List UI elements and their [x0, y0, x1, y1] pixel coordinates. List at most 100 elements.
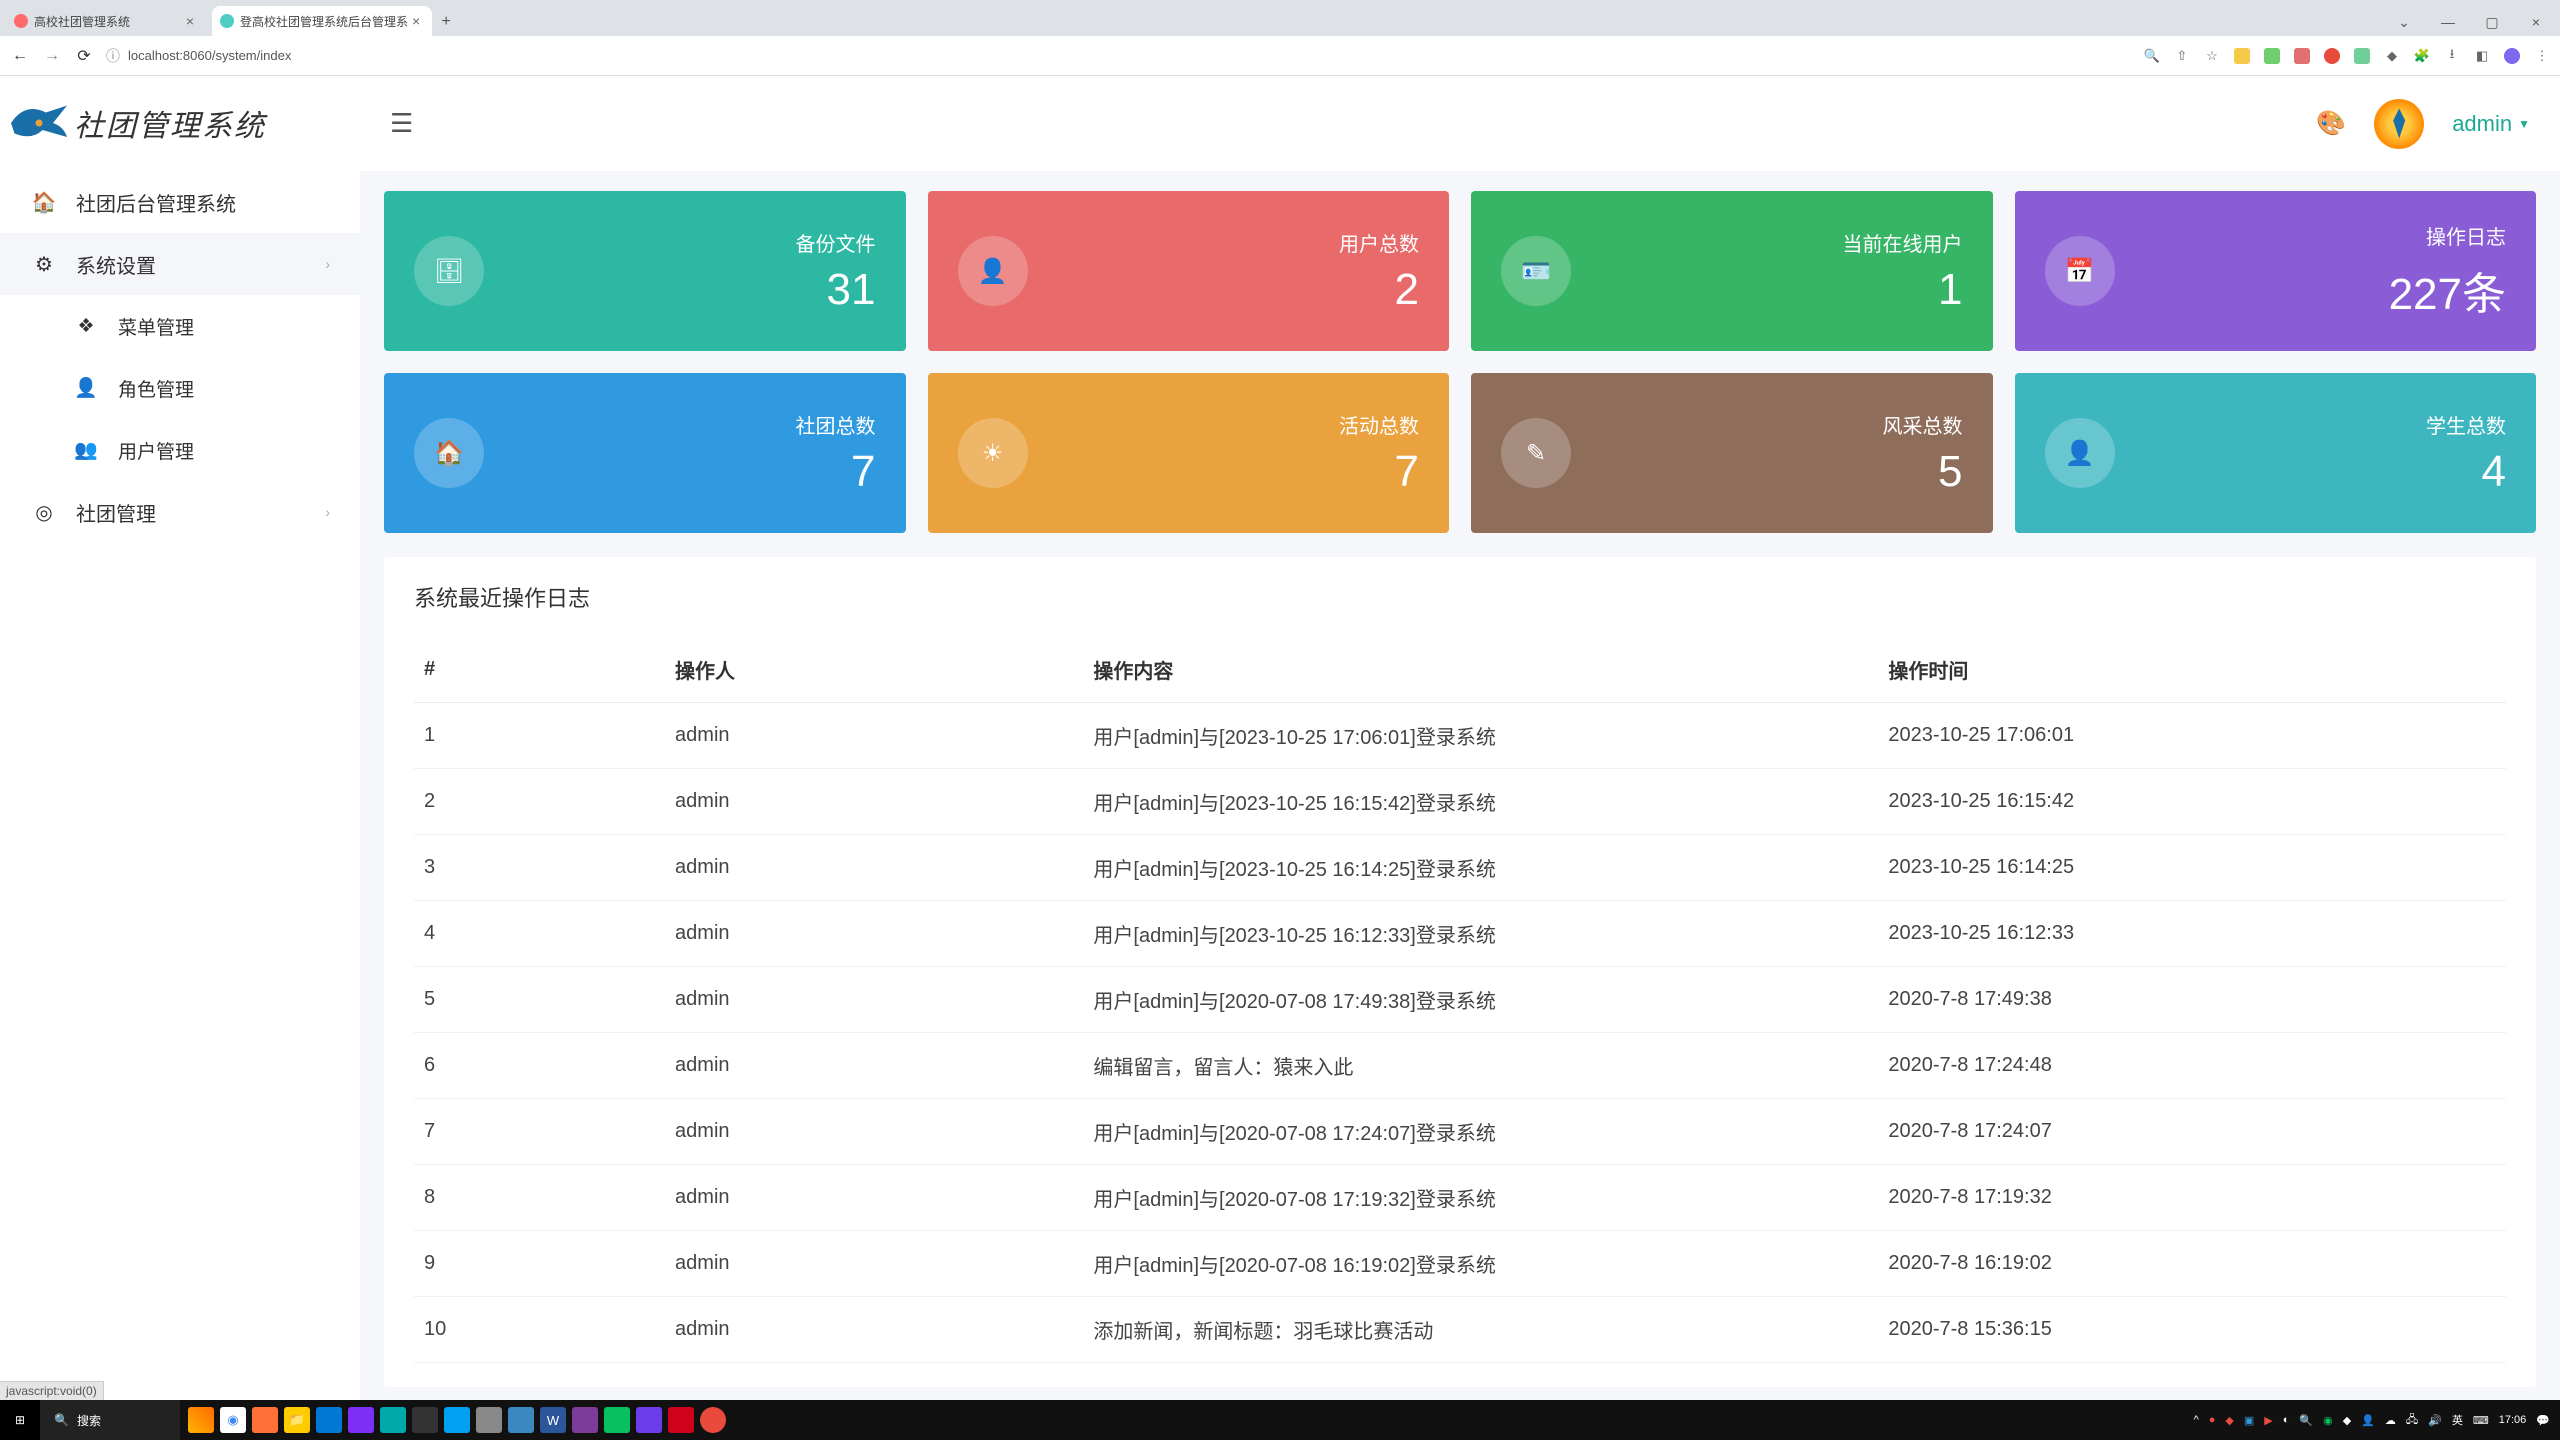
- zoom-icon[interactable]: 🔍: [2144, 48, 2160, 64]
- taskbar-app-icon[interactable]: [508, 1407, 534, 1433]
- taskbar-app-icon[interactable]: [636, 1407, 662, 1433]
- table-cell: 2: [414, 769, 665, 835]
- sidebar-item-dashboard[interactable]: 🏠 社团后台管理系统: [0, 171, 360, 233]
- app-root: 社团管理系统 🏠 社团后台管理系统 ⚙ 系统设置 › ❖ 菜单管理 👤 角色管理…: [0, 76, 2560, 1400]
- table-cell: 2020-7-8 17:24:07: [1878, 1099, 2506, 1165]
- extension-icon[interactable]: [2354, 48, 2370, 64]
- theme-palette-icon[interactable]: 🎨: [2316, 109, 2346, 138]
- share-icon[interactable]: ⇧: [2174, 48, 2190, 64]
- tray-network-icon[interactable]: 🖧: [2406, 1411, 2418, 1430]
- chrome-menu-chevron-icon[interactable]: ⌄: [2384, 8, 2424, 36]
- reload-button[interactable]: ⟳: [74, 46, 94, 66]
- taskbar-word-icon[interactable]: W: [540, 1407, 566, 1433]
- card-label: 社团总数: [796, 410, 876, 439]
- table-cell: admin: [665, 703, 1083, 769]
- home-icon: 🏠: [30, 190, 58, 215]
- extension-icon[interactable]: ◆: [2384, 48, 2400, 64]
- tab-close-icon[interactable]: ×: [408, 13, 424, 29]
- taskbar-folder-icon[interactable]: 📁: [284, 1407, 310, 1433]
- log-table-header-row: #操作人操作内容操作时间: [414, 637, 2506, 703]
- side-panel-icon[interactable]: ◧: [2474, 48, 2490, 64]
- extension-icon[interactable]: [2324, 48, 2340, 64]
- taskbar-app-icon[interactable]: [444, 1407, 470, 1433]
- stat-card-7[interactable]: 👤学生总数4: [2015, 373, 2537, 533]
- logo[interactable]: 社团管理系统: [0, 76, 360, 171]
- tray-volume-icon[interactable]: 🔊: [2428, 1414, 2442, 1427]
- card-value: 2: [1339, 265, 1419, 315]
- tray-icon[interactable]: 🔍: [2299, 1414, 2313, 1427]
- tray-icon[interactable]: ☁: [2385, 1414, 2396, 1427]
- card-icon: 🏠: [414, 418, 484, 488]
- tray-clock[interactable]: 17:06: [2499, 1414, 2527, 1426]
- tray-icon[interactable]: ▶: [2264, 1414, 2272, 1427]
- extensions-button[interactable]: 🧩: [2414, 48, 2430, 64]
- taskbar-app-icon[interactable]: [412, 1407, 438, 1433]
- stat-card-2[interactable]: 🪪当前在线用户1: [1471, 191, 1993, 351]
- back-button[interactable]: ←: [10, 47, 30, 65]
- stat-card-1[interactable]: 👤用户总数2: [928, 191, 1450, 351]
- card-label: 操作日志: [2389, 221, 2506, 250]
- stat-card-6[interactable]: ✎风采总数5: [1471, 373, 1993, 533]
- taskbar-app-icon[interactable]: [700, 1407, 726, 1433]
- taskbar-app-icon[interactable]: [380, 1407, 406, 1433]
- browser-tab-1[interactable]: 高校社团管理系统 ×: [6, 6, 206, 36]
- forward-button[interactable]: →: [42, 47, 62, 65]
- new-tab-button[interactable]: +: [432, 8, 460, 36]
- taskbar-chrome-icon[interactable]: ◉: [220, 1407, 246, 1433]
- browser-tab-2-active[interactable]: 登高校社团管理系统后台管理系 ×: [212, 6, 432, 36]
- stat-card-0[interactable]: 🗄备份文件31: [384, 191, 906, 351]
- address-bar[interactable]: ⓘ localhost:8060/system/index: [106, 46, 2132, 66]
- stat-card-4[interactable]: 🏠 社团总数7: [384, 373, 906, 533]
- tray-wechat-icon[interactable]: ◉: [2323, 1414, 2333, 1427]
- hamburger-toggle-button[interactable]: ☰: [390, 108, 413, 139]
- sidebar-item-role-management[interactable]: 👤 角色管理: [0, 357, 360, 419]
- window-maximize-button[interactable]: ▢: [2472, 8, 2512, 36]
- taskbar-app-icon[interactable]: [572, 1407, 598, 1433]
- taskbar-firefox-icon[interactable]: [252, 1407, 278, 1433]
- profile-avatar-icon[interactable]: [2504, 48, 2520, 64]
- taskbar-app-icon[interactable]: [316, 1407, 342, 1433]
- chevron-right-icon: ›: [325, 504, 330, 520]
- stat-card-3[interactable]: 📅操作日志227条: [2015, 191, 2537, 351]
- extension-icon[interactable]: [2264, 48, 2280, 64]
- table-row: 3admin用户[admin]与[2023-10-25 16:14:25]登录系…: [414, 835, 2506, 901]
- window-minimize-button[interactable]: —: [2428, 8, 2468, 36]
- user-dropdown[interactable]: admin ▼: [2452, 111, 2530, 137]
- tray-chevron-icon[interactable]: ^: [2194, 1414, 2199, 1426]
- system-tray[interactable]: ^ ● ◆ ▣ ▶ ◐ 🔍 ◉ ◆ 👤 ☁ 🖧 🔊 英 ⌨ 17:06 💬: [2184, 1411, 2560, 1430]
- sidebar-item-menu-management[interactable]: ❖ 菜单管理: [0, 295, 360, 357]
- browser-toolbar: ← → ⟳ ⓘ localhost:8060/system/index 🔍 ⇧ …: [0, 36, 2560, 76]
- taskbar-app-icon[interactable]: [668, 1407, 694, 1433]
- avatar[interactable]: [2374, 99, 2424, 149]
- taskbar-app-icon[interactable]: [476, 1407, 502, 1433]
- taskbar-app-icon[interactable]: [188, 1407, 214, 1433]
- taskbar-app-icon[interactable]: [348, 1407, 374, 1433]
- sidebar-item-system-settings[interactable]: ⚙ 系统设置 ›: [0, 233, 360, 295]
- card-text: 社团总数7: [796, 410, 876, 497]
- tray-icon[interactable]: ●: [2209, 1414, 2216, 1426]
- stat-card-5[interactable]: ☀活动总数7: [928, 373, 1450, 533]
- tray-icon[interactable]: ◆: [2225, 1414, 2233, 1427]
- chrome-menu-icon[interactable]: ⋮: [2534, 48, 2550, 64]
- tray-icon[interactable]: ◆: [2343, 1414, 2351, 1427]
- sidebar-item-club-management[interactable]: ◎ 社团管理 ›: [0, 481, 360, 543]
- tray-icon[interactable]: ⌨: [2473, 1414, 2489, 1427]
- tray-ime-label[interactable]: 英: [2452, 1412, 2463, 1428]
- extension-icon[interactable]: [2234, 48, 2250, 64]
- downloads-icon[interactable]: ⭳: [2444, 48, 2460, 64]
- tray-notifications-icon[interactable]: 💬: [2536, 1414, 2550, 1427]
- taskbar-search[interactable]: 🔍 搜索: [40, 1400, 180, 1440]
- window-close-button[interactable]: ×: [2516, 8, 2556, 36]
- tray-icon[interactable]: ▣: [2244, 1414, 2254, 1427]
- sidebar-item-user-management[interactable]: 👥 用户管理: [0, 419, 360, 481]
- tray-icon[interactable]: 👤: [2361, 1414, 2375, 1427]
- taskbar-wechat-icon[interactable]: [604, 1407, 630, 1433]
- url-text: localhost:8060/system/index: [128, 48, 291, 63]
- site-info-icon[interactable]: ⓘ: [106, 46, 120, 66]
- card-value: 5: [1883, 447, 1963, 497]
- tray-icon[interactable]: ◐: [2283, 1414, 2290, 1426]
- start-button[interactable]: ⊞: [0, 1400, 40, 1440]
- bookmark-icon[interactable]: ☆: [2204, 48, 2220, 64]
- extension-icon[interactable]: [2294, 48, 2310, 64]
- tab-close-icon[interactable]: ×: [182, 13, 198, 29]
